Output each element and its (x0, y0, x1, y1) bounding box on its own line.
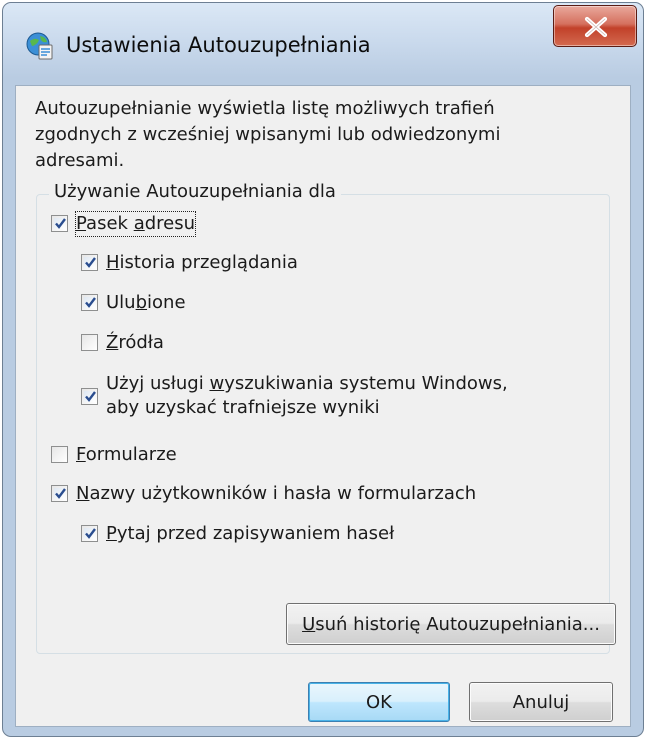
address-bar-label: Pasek adresu (74, 211, 197, 237)
description-line: zgodnych z wcześniej wpisanymi lub odwie… (35, 124, 501, 145)
close-button[interactable] (553, 5, 637, 47)
checkmark-icon (55, 218, 66, 229)
forms-label: Formularze (76, 444, 177, 465)
description-line: adresami. (35, 150, 125, 171)
usernames-passwords-option[interactable]: Nazwy użytkowników i hasła w formularzac… (51, 482, 476, 506)
autocomplete-settings-dialog: Ustawienia Autouzupełniania Autouzupełni… (2, 2, 644, 737)
ask-before-saving-label: Pytaj przed zapisywaniem haseł (106, 523, 395, 544)
forms-option[interactable]: Formularze (51, 443, 177, 467)
favorites-checkbox[interactable] (81, 294, 98, 311)
autocomplete-usage-group: Używanie Autouzupełniania dla Pasek adre… (36, 181, 610, 654)
checkmark-icon (85, 390, 96, 402)
windows-search-option[interactable]: Użyj usługi wyszukiwania systemu Windows… (81, 372, 508, 420)
ask-before-saving-checkbox[interactable] (81, 525, 98, 542)
description-line: Autouzupełnianie wyświetla listę możliwy… (35, 98, 495, 119)
forms-checkbox[interactable] (51, 446, 68, 463)
group-legend: Używanie Autouzupełniania dla (49, 181, 341, 202)
address-bar-checkbox[interactable] (51, 215, 68, 232)
cancel-button[interactable]: Anuluj (469, 682, 613, 722)
feeds-checkbox[interactable] (81, 334, 98, 351)
favorites-label: Ulubione (106, 292, 186, 313)
checkmark-icon (55, 488, 66, 499)
favorites-option[interactable]: Ulubione (81, 291, 186, 315)
windows-search-checkbox[interactable] (81, 387, 98, 405)
close-icon (584, 16, 608, 38)
history-checkbox[interactable] (81, 254, 98, 271)
window-title: Ustawienia Autouzupełniania (66, 33, 371, 57)
title-bar[interactable]: Ustawienia Autouzupełniania (3, 3, 643, 85)
ok-button[interactable]: OK (308, 682, 450, 722)
usernames-passwords-label: Nazwy użytkowników i hasła w formularzac… (76, 483, 477, 504)
windows-search-label: Użyj usługi wyszukiwania systemu Windows… (106, 373, 508, 418)
history-option[interactable]: Historia przeglądania (81, 251, 298, 275)
checkmark-icon (85, 257, 96, 268)
description-text: Autouzupełnianie wyświetla listę możliwy… (35, 96, 595, 174)
history-label: Historia przeglądania (106, 252, 298, 273)
dialog-client-area: Autouzupełnianie wyświetla listę możliwy… (15, 85, 631, 727)
checkmark-icon (85, 528, 96, 539)
delete-autocomplete-history-button[interactable]: Usuń historię Autouzupełniania... (286, 603, 616, 645)
checkmark-icon (85, 297, 96, 308)
feeds-label: Źródła (106, 332, 164, 353)
usernames-passwords-checkbox[interactable] (51, 485, 68, 502)
feeds-option[interactable]: Źródła (81, 331, 164, 355)
address-bar-option[interactable]: Pasek adresu (51, 211, 197, 237)
ask-before-saving-option[interactable]: Pytaj przed zapisywaniem haseł (81, 522, 394, 546)
internet-explorer-settings-icon (25, 31, 55, 61)
